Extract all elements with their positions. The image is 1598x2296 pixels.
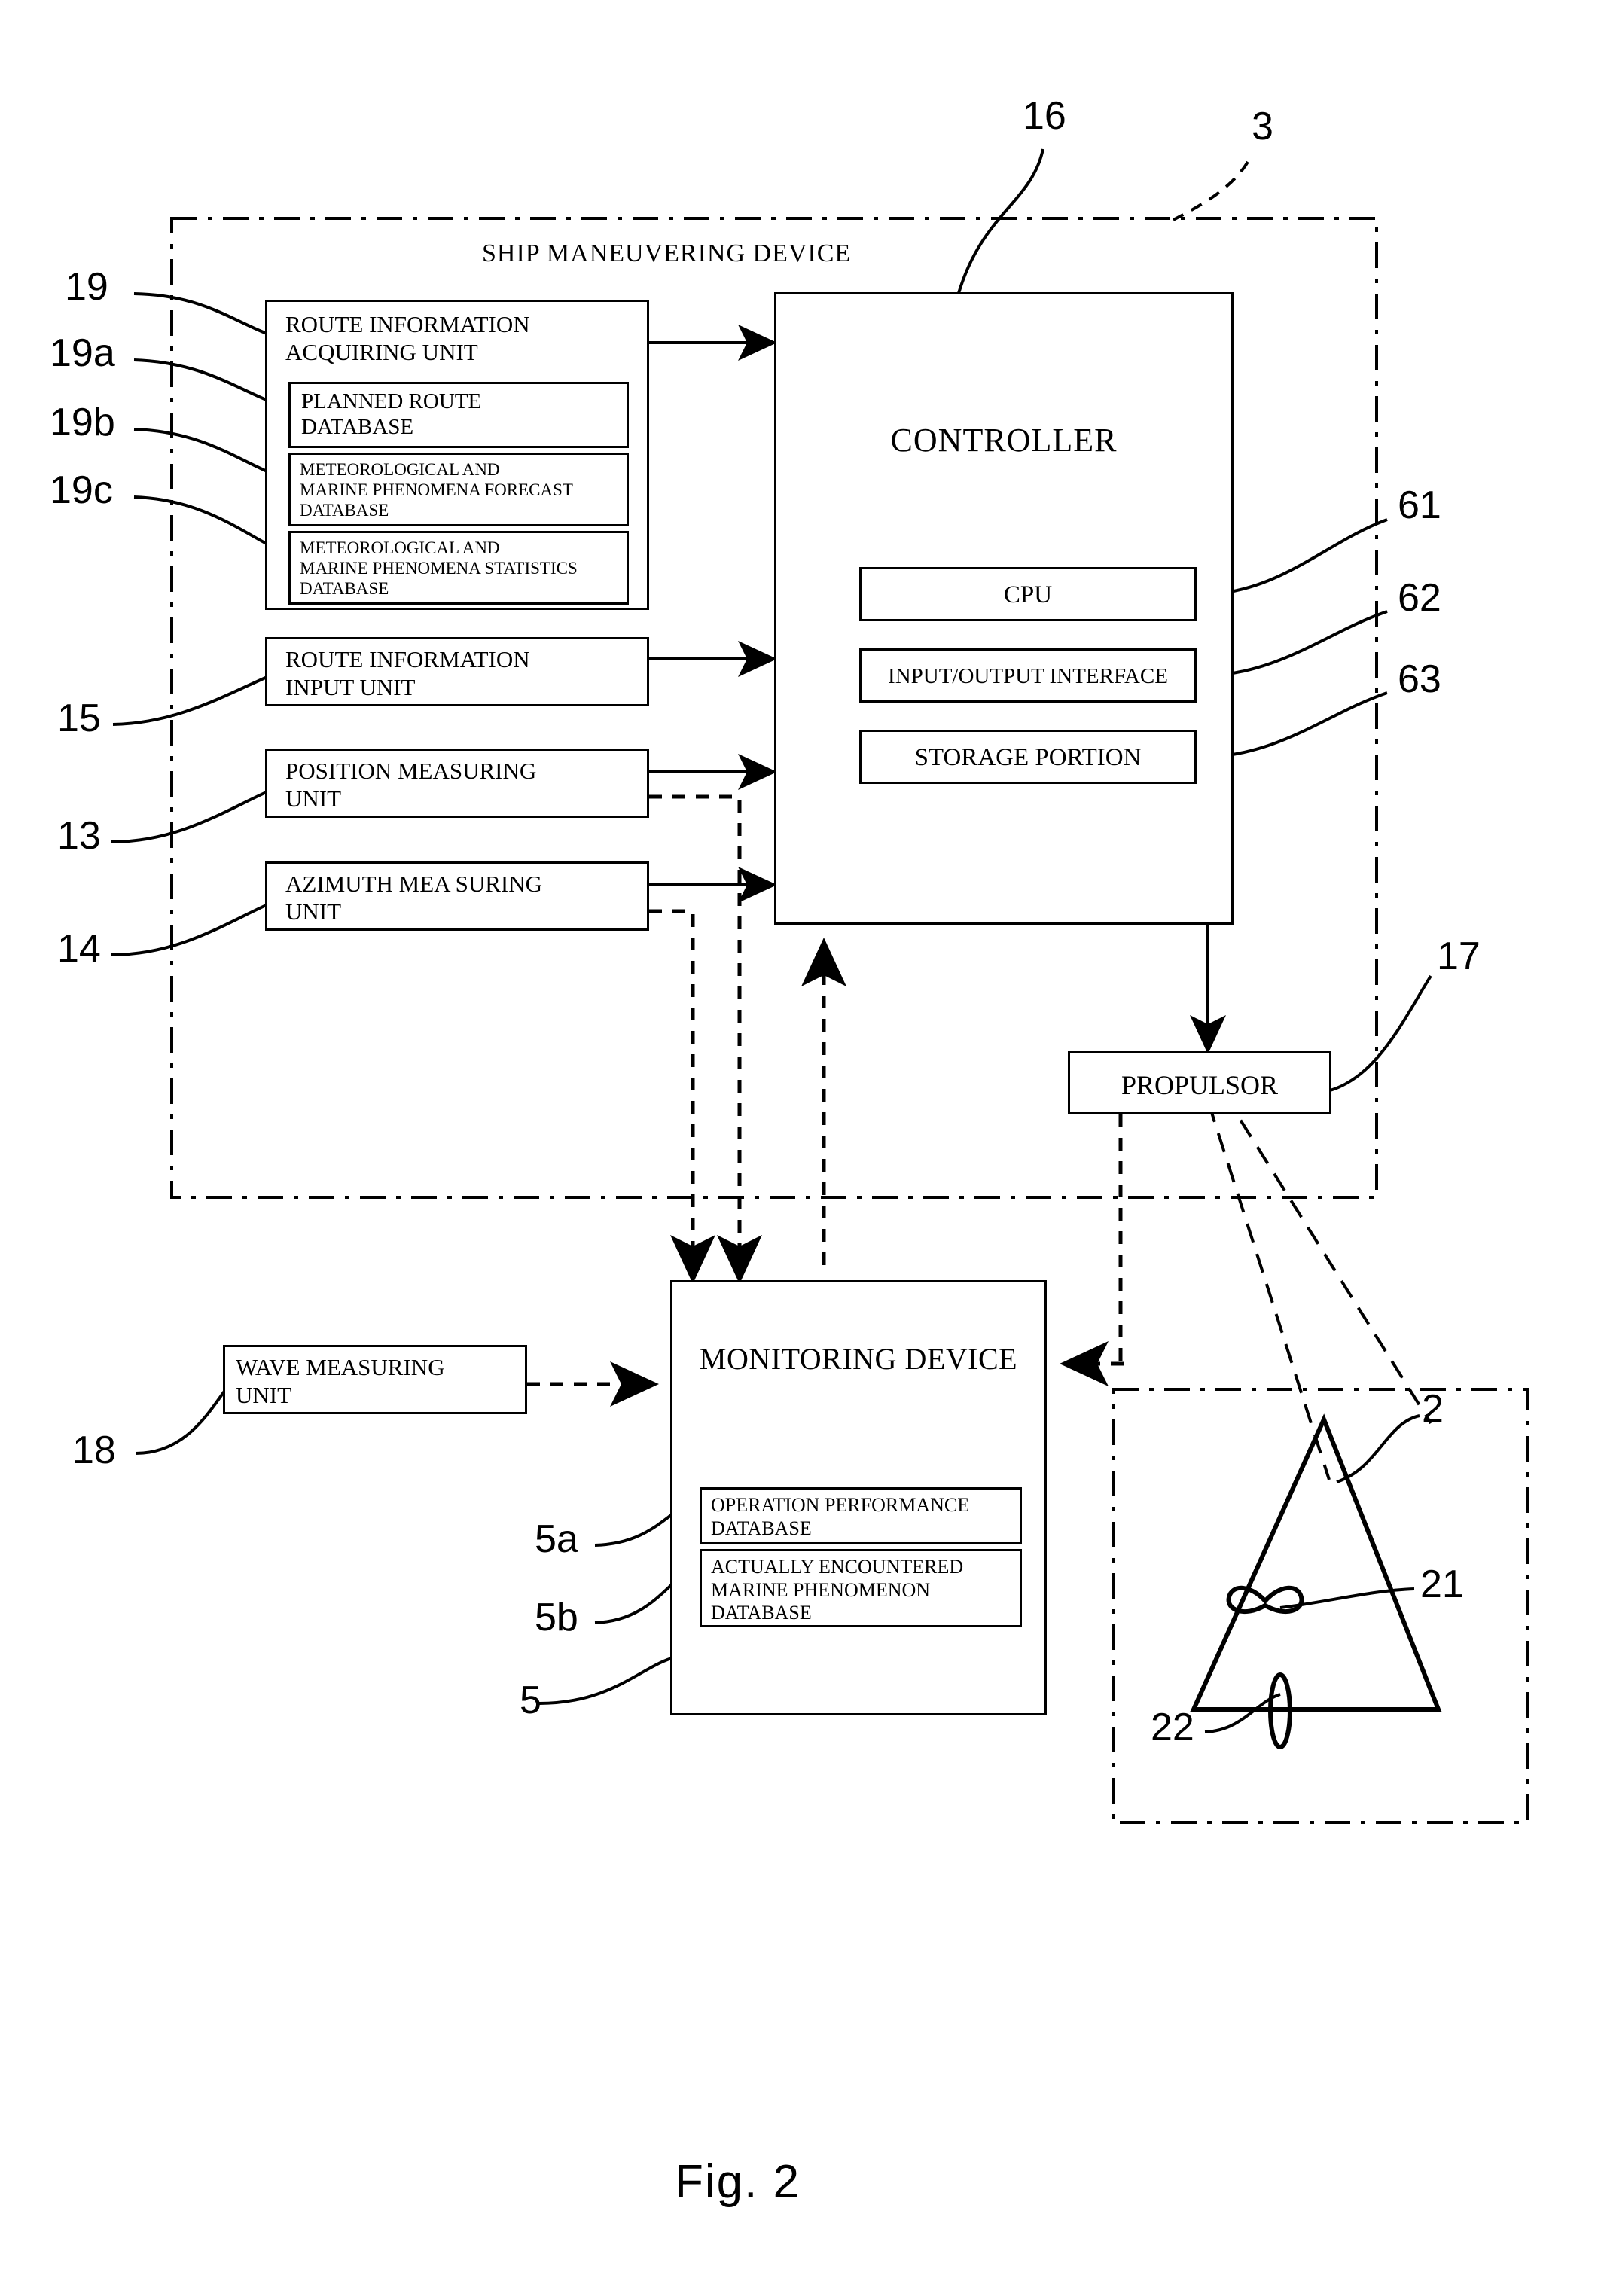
route-information-input-unit-label: ROUTE INFORMATION INPUT UNIT: [285, 646, 530, 700]
ref-19: 19: [65, 265, 108, 309]
ref-17: 17: [1437, 935, 1481, 978]
signal-arrows-to-controller: [649, 325, 777, 903]
controller-label: CONTROLLER: [890, 422, 1118, 459]
propulsor-label: PROPULSOR: [1121, 1070, 1279, 1100]
cpu-label: CPU: [1003, 581, 1053, 608]
meteorological-marine-statistics-database[interactable]: METEOROLOGICAL AND MARINE PHENOMENA STATI…: [288, 531, 629, 605]
position-measuring-unit[interactable]: POSITION MEASURING UNIT: [265, 749, 649, 818]
ref-2: 2: [1422, 1387, 1444, 1431]
route-information-acquiring-unit[interactable]: ROUTE INFORMATION ACQUIRING UNIT PLANNED …: [265, 300, 649, 610]
propulsor[interactable]: PROPULSOR: [1068, 1051, 1331, 1114]
ref-19a: 19a: [50, 331, 115, 375]
actually-encountered-marine-phenomenon-database[interactable]: ACTUALLY ENCOUNTERED MARINE PHENOMENON DAT…: [700, 1549, 1022, 1627]
ref-18: 18: [72, 1429, 116, 1472]
ref-5b: 5b: [535, 1596, 578, 1639]
storage-portion-label: STORAGE PORTION: [914, 744, 1142, 771]
storage-portion-block[interactable]: STORAGE PORTION: [859, 730, 1197, 784]
ref-16: 16: [1023, 94, 1066, 138]
monitoring-device[interactable]: MONITORING DEVICE OPERATION PERFORMANCE D…: [670, 1280, 1047, 1715]
ref-15: 15: [57, 697, 101, 740]
route-information-input-unit[interactable]: ROUTE INFORMATION INPUT UNIT: [265, 637, 649, 706]
azimuth-unit-to-monitoring-dashed: [649, 909, 695, 1250]
ship-enclosure: [1112, 1388, 1529, 1824]
planned-route-database-label: PLANNED ROUTE DATABASE: [301, 389, 482, 440]
wave-measuring-unit[interactable]: WAVE MEASURING UNIT: [223, 1345, 527, 1414]
input-output-interface-block[interactable]: INPUT/OUTPUT INTERFACE: [859, 648, 1197, 703]
ref-21: 21: [1420, 1563, 1464, 1606]
operation-performance-database-label: OPERATION PERFORMANCE DATABASE: [711, 1494, 970, 1539]
input-output-interface-label: INPUT/OUTPUT INTERFACE: [888, 664, 1168, 688]
ref-22: 22: [1151, 1706, 1194, 1749]
ref-62: 62: [1398, 576, 1441, 620]
route-information-acquiring-unit-label: ROUTE INFORMATION ACQUIRING UNIT: [285, 311, 530, 365]
actually-encountered-marine-phenomenon-database-label: ACTUALLY ENCOUNTERED MARINE PHENOMENON DAT…: [711, 1556, 964, 1624]
cpu-block[interactable]: CPU: [859, 567, 1197, 621]
wave-measuring-unit-label: WAVE MEASURING UNIT: [236, 1354, 445, 1408]
ship-maneuvering-device-title: SHIP MANEUVERING DEVICE: [482, 239, 852, 267]
monitoring-device-label: MONITORING DEVICE: [699, 1342, 1018, 1376]
planned-route-database[interactable]: PLANNED ROUTE DATABASE: [288, 382, 629, 448]
ref-5a: 5a: [535, 1517, 578, 1561]
ref-5: 5: [520, 1679, 541, 1722]
ref-19b: 19b: [50, 401, 115, 444]
azimuth-measuring-unit-label: AZIMUTH MEA SURING UNIT: [285, 871, 542, 925]
ship-hull: [1190, 1413, 1442, 1712]
controller[interactable]: CONTROLLER CPU INPUT/OUTPUT INTERFACE ST…: [774, 292, 1234, 925]
meteorological-marine-statistics-database-label: METEOROLOGICAL AND MARINE PHENOMENA STATI…: [300, 538, 578, 599]
figure-caption: Fig. 2: [675, 2156, 801, 2208]
position-measuring-unit-label: POSITION MEASURING UNIT: [285, 758, 537, 812]
meteorological-marine-forecast-database-label: METEOROLOGICAL AND MARINE PHENOMENA FOREC…: [300, 460, 573, 520]
ref-61: 61: [1398, 483, 1441, 527]
ref-19c: 19c: [50, 468, 113, 512]
patent-figure: SHIP MANEUVERING DEVICE ROUTE INFORMATIO…: [0, 0, 1598, 2296]
ref-3: 3: [1252, 105, 1273, 148]
propulsor-to-ship-leaders: [1207, 1092, 1432, 1480]
azimuth-measuring-unit[interactable]: AZIMUTH MEA SURING UNIT: [265, 861, 649, 931]
ref-13: 13: [57, 814, 101, 858]
ref-63: 63: [1398, 657, 1441, 701]
operation-performance-database[interactable]: OPERATION PERFORMANCE DATABASE: [700, 1487, 1022, 1544]
ref-14: 14: [57, 927, 101, 971]
meteorological-marine-forecast-database[interactable]: METEOROLOGICAL AND MARINE PHENOMENA FOREC…: [288, 453, 629, 526]
